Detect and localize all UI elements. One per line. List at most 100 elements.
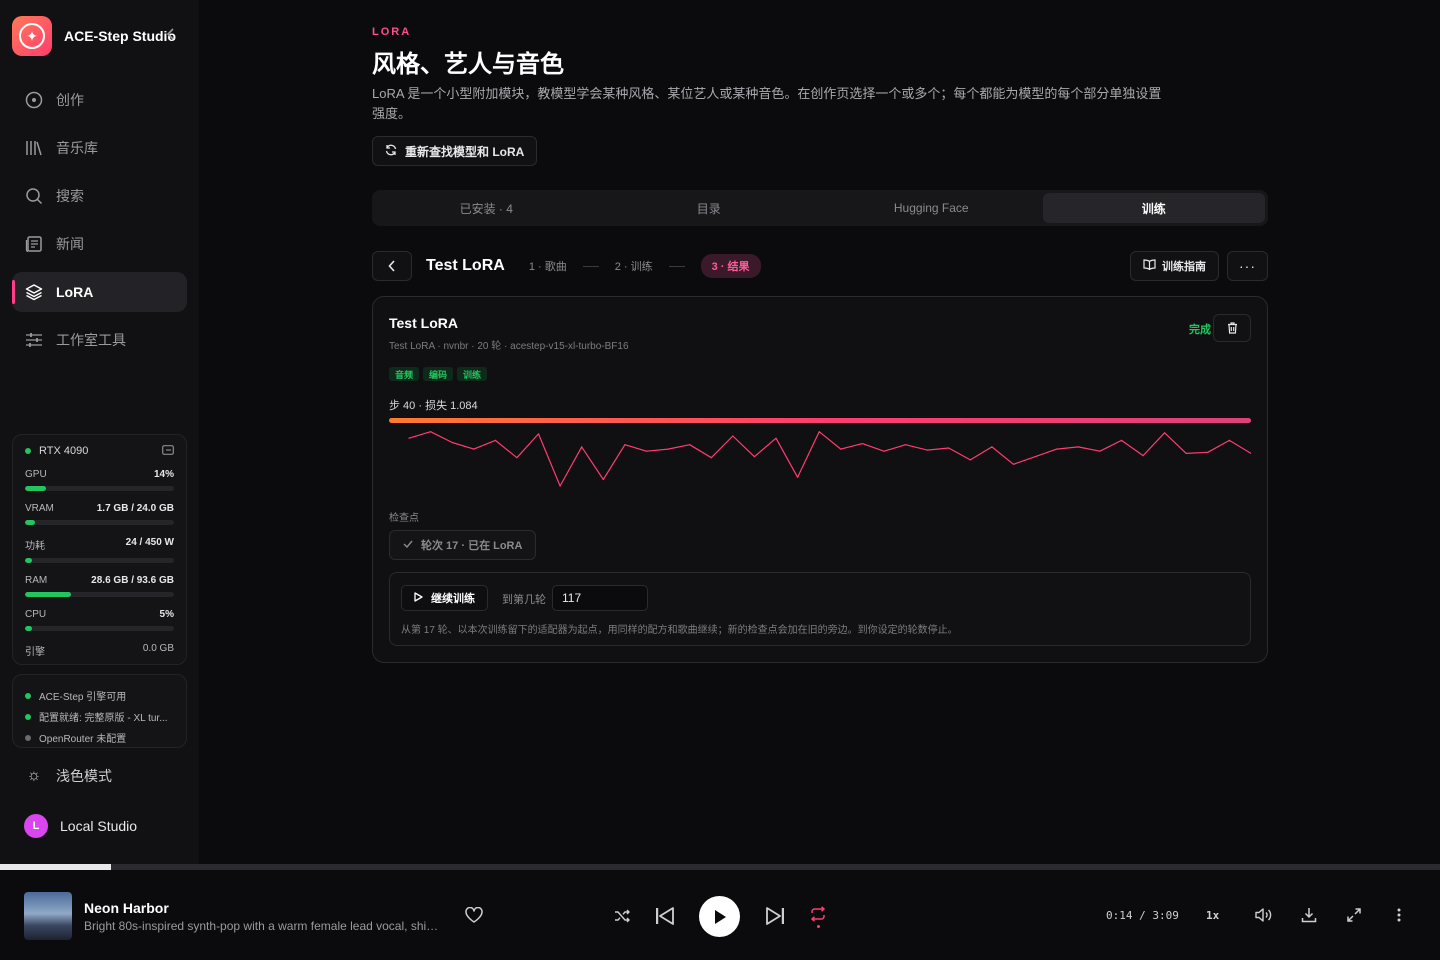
step-divider [668,265,685,267]
loss-point-17 [753,456,755,458]
sidebar-item-label: 搜索 [56,188,84,204]
engine-value: 0.0 GB [142,643,174,654]
step-results[interactable]: 3 · 结果 [700,254,761,278]
loss-point-18 [775,437,777,439]
training-run-card: Test LoRA Test LoRA · nvnbr · 20 轮 · ace… [372,296,1268,663]
back-button[interactable] [372,251,412,281]
library-icon [24,138,44,158]
avatar: L [24,814,48,838]
hw-metric-row: GPU 14% [25,469,174,491]
next-track-button[interactable] [764,906,786,926]
player-more-button[interactable] [1390,906,1408,924]
hw-metric-label-row: GPU 14% [25,469,174,480]
loss-point-11 [624,444,626,446]
sidebar-item-library[interactable]: 音乐库 [12,128,187,168]
hardware-settings-icon[interactable] [162,444,174,458]
sidebar-item-search[interactable]: 搜索 [12,176,187,216]
playback-speed-button[interactable]: 1x [1206,909,1219,922]
hw-metric-bar [25,592,174,597]
collapse-sidebar-button[interactable] [162,26,180,44]
gpu-header: RTX 4090 [25,444,174,458]
loss-point-7 [537,433,540,435]
hw-metric-label-row: VRAM 1.7 GB / 24.0 GB [25,503,174,514]
status-row: 配置就绪: 完整原版 - XL tur... [25,706,174,727]
gpu-name: RTX 4090 [39,445,89,457]
epoch-input[interactable] [552,585,648,611]
run-meta: Test LoRA · nvnbr · 20 轮 · acestep-v15-x… [389,341,629,352]
to-epoch-label: 到第几轮 [502,594,546,606]
download-button[interactable] [1299,906,1319,924]
status-row: OpenRouter 未配置 [25,727,174,748]
sidebar-item-create[interactable]: 创作 [12,80,187,120]
hw-metric-value: 24 / 450 W [125,537,174,548]
delete-run-button[interactable] [1213,314,1251,342]
play-button[interactable] [699,896,740,937]
brand[interactable]: ✦ ACE-Step Studio [12,16,176,56]
hw-metric-row: 功耗 24 / 450 W [25,537,174,563]
step-train[interactable]: 2 · 训练 [615,258,653,274]
chevron-left-icon [388,260,395,272]
step-songs[interactable]: 1 · 歌曲 [529,258,567,274]
loss-point-5 [494,439,496,441]
hw-metric-label-row: 功耗 24 / 450 W [25,537,174,552]
stage-chips: 音频 编码 训练 [389,367,491,381]
volume-icon [1255,908,1272,922]
rescan-label: 重新查找模型和 LoRA [405,144,525,159]
stage-chip-audio: 音频 [389,367,420,381]
expand-icon [1347,908,1361,922]
status-badge: 完成 [1189,324,1211,336]
hw-metric-bar [25,626,174,631]
repeat-button[interactable] [808,904,828,930]
hw-metric-fill [25,626,33,631]
track-description: Bright 80s-inspired synth-pop with a war… [84,919,446,933]
previous-track-button[interactable] [654,906,676,926]
step-divider [582,265,599,267]
hw-metric-row: VRAM 1.7 GB / 24.0 GB [25,503,174,525]
loss-point-35 [1142,455,1144,457]
tab-installed[interactable]: 已安装 · 4 [375,193,598,223]
playback-time: 0:14 / 3:09 [1106,909,1179,922]
shuffle-button[interactable] [612,906,632,926]
loss-point-3 [451,441,453,444]
track-cover[interactable] [24,892,72,940]
expand-button[interactable] [1345,906,1363,924]
loss-chart [408,431,1251,487]
engine-label: 引擎 [25,647,45,658]
resume-help-text: 从第 17 轮、以本次训练留下的适配器为起点，用同样的配方和歌曲继续；新的检查点… [401,625,958,636]
rescan-button[interactable]: 重新查找模型和 LoRA [372,136,538,166]
repeat-icon [810,906,826,922]
profile-button[interactable]: L Local Studio [24,814,137,838]
brand-logo-icon: ✦ [12,16,52,56]
sidebar-item-studio-tools[interactable]: 工作室工具 [12,320,187,360]
create-icon [24,90,44,110]
sidebar-item-lora[interactable]: LoRA [12,272,187,312]
tab-training[interactable]: 训练 [1042,193,1265,223]
volume-button[interactable] [1253,906,1273,924]
checkpoint-item-label: 轮次 17 · 已在 LoRA [421,540,523,552]
stage-chip-train: 训练 [457,367,488,381]
guide-label: 训练指南 [1162,261,1206,273]
check-icon [403,539,413,551]
loss-point-23 [883,450,885,452]
theme-toggle[interactable]: ☼ 浅色模式 [24,766,112,786]
loss-readout: 步 40 · 损失 1.084 [389,400,478,412]
download-icon [1301,908,1317,923]
training-guide-button[interactable]: 训练指南 [1130,251,1219,281]
tab-catalog[interactable]: 目录 [598,193,821,223]
checkpoint-item[interactable]: 轮次 17 · 已在 LoRA [389,530,537,560]
status-dot [25,713,31,720]
loss-point-8 [559,485,561,487]
like-button[interactable] [464,905,484,925]
loss-point-4 [473,448,475,450]
tab-hugging-face[interactable]: Hugging Face [820,193,1043,223]
more-options-button[interactable]: ··· [1227,251,1268,281]
more-vertical-icon [1397,908,1401,922]
loss-point-13 [667,448,669,450]
sidebar-item-news[interactable]: 新闻 [12,224,187,264]
resume-training-button[interactable]: 继续训练 [401,585,488,611]
loss-point-27 [969,459,971,461]
hw-metric-label: VRAM [25,503,54,514]
loss-point-26 [948,447,950,449]
repeat-active-dot [816,925,820,928]
hw-metric-label-row: CPU 5% [25,609,174,620]
